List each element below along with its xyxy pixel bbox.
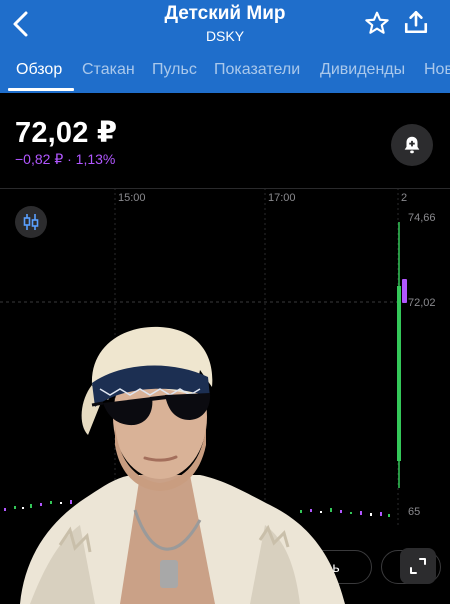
x-tick-label: 15:00 [118, 192, 146, 204]
price-change: −0,82 ₽ · 1,13% [15, 151, 116, 167]
tab-bar: Обзор Стакан Пульс Показатели Дивиденды … [0, 60, 450, 93]
meme-photo-sticker [20, 326, 345, 604]
y-tick-label: 65 [408, 506, 421, 518]
share-icon [404, 10, 428, 34]
tab-order-book[interactable]: Стакан [82, 61, 135, 79]
x-tick-label: 2 [401, 192, 408, 204]
star-icon [365, 11, 389, 34]
tab-overview[interactable]: Обзор [16, 61, 62, 79]
share-button[interactable] [403, 9, 429, 35]
x-tick-label: 17:00 [268, 192, 296, 204]
fullscreen-button[interactable] [400, 548, 436, 584]
y-tick-label: 74,66 [408, 212, 436, 224]
chart-type-button[interactable] [15, 206, 47, 238]
price-alert-button[interactable] [391, 124, 433, 166]
tab-news[interactable]: Нов [424, 61, 450, 79]
tab-dividends[interactable]: Дивиденды [320, 61, 405, 79]
expand-icon [410, 558, 426, 574]
tab-pulse[interactable]: Пульс [152, 61, 197, 79]
y-tick-label: 72,02 [408, 297, 436, 309]
bell-plus-icon [404, 136, 420, 154]
tab-indicators[interactable]: Показатели [214, 61, 300, 79]
chart-candle-down [402, 279, 407, 303]
chart-candle-up-body [397, 286, 401, 461]
candles-icon [23, 214, 39, 230]
favorite-button[interactable] [364, 10, 390, 36]
top-bar: Детский Мир DSKY Обзор Стакан Пульс Пока… [0, 0, 450, 93]
active-tab-indicator [8, 88, 74, 91]
current-price: 72,02 ₽ [15, 117, 118, 149]
